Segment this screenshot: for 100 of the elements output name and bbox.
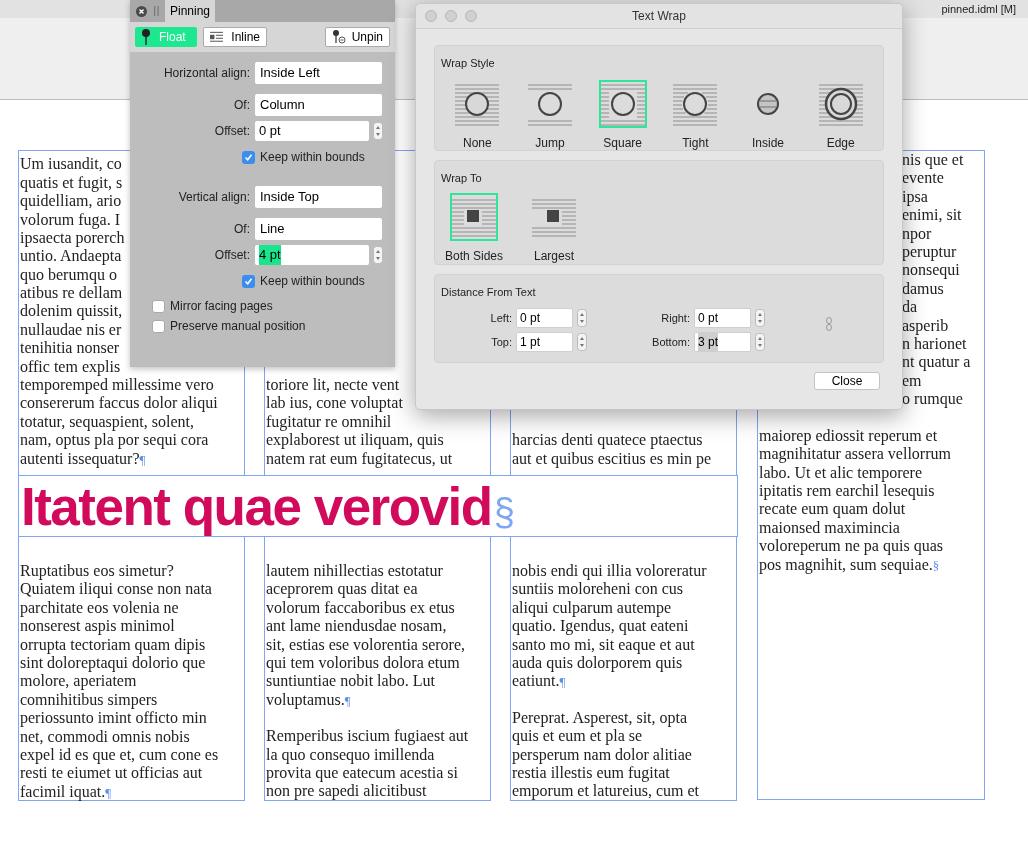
checkbox[interactable] <box>152 299 165 313</box>
text-line: quatio. Igendus, quat eateni <box>512 617 689 636</box>
text-line: ipitatis rem earchil lesequis <box>759 482 935 501</box>
text-line: explaborest ut iliquam, quis <box>266 431 444 450</box>
text-line: recate eum quam dolut <box>759 500 906 519</box>
field-label: Offset: <box>213 247 251 264</box>
text-line: toriore lit, necte vent <box>266 376 400 395</box>
text-line: nt quatur a <box>902 353 971 372</box>
group-heading: Distance From Text <box>441 286 536 298</box>
distance-field[interactable]: 0 pt <box>694 308 751 328</box>
text-line: eatiunt.¶ <box>512 672 566 691</box>
wrap-side-icon <box>452 197 496 237</box>
text-line: la quo consequo imillenda <box>266 745 435 764</box>
text-line: resti te eiumet ut officias aut <box>20 764 203 783</box>
text-line: aliqui culparum autempe <box>512 598 672 618</box>
text-line: aceprorem quas ditat ea <box>266 580 418 599</box>
text-line: enimi, sit <box>902 206 962 225</box>
wrap-style-icon <box>528 82 572 126</box>
unpin-button[interactable]: Unpin <box>324 27 390 47</box>
option-label: Tight <box>682 135 709 152</box>
text-line: facimil iquat.¶ <box>20 782 112 802</box>
text-line: damus <box>902 279 944 299</box>
mode-button[interactable]: Inline <box>203 27 267 47</box>
checkbox-label: Keep within bounds <box>260 149 365 166</box>
checkbox-label: Keep within bounds <box>260 273 365 290</box>
text-line: nonserest aspis minimol <box>20 617 175 636</box>
field-label: Bottom: <box>651 334 691 350</box>
close-button[interactable]: Close <box>814 372 880 390</box>
link-icon[interactable] <box>826 317 832 331</box>
dropdown-field[interactable]: Column <box>255 94 382 116</box>
option-label: Edge <box>826 135 855 152</box>
wrap-style-option[interactable]: Jump <box>513 80 587 152</box>
text-line: totatur, sequaspient, solent, <box>20 412 194 432</box>
text-line: sint doloreptaqui dolorio que <box>20 653 206 673</box>
stepper-icon[interactable] <box>755 333 765 351</box>
document-title: pinned.idml [M] <box>941 1 1016 17</box>
wrap-to-option[interactable]: Both Sides <box>437 193 511 265</box>
checkbox[interactable] <box>242 150 255 164</box>
wrap-style-option[interactable]: Square <box>586 80 659 152</box>
text-line: atibus re dellam <box>20 284 123 303</box>
close-icon[interactable] <box>136 5 147 17</box>
text-line: nam, optus pla por sequi cora <box>20 431 209 450</box>
text-line: comnihitibus simpers <box>20 690 158 710</box>
distance-field[interactable]: 3 pt <box>694 332 751 352</box>
text-line: evente <box>902 169 944 188</box>
wrap-side-icon <box>532 197 576 237</box>
text-line: auda quis dolorporem quis <box>512 653 683 673</box>
text-line: em <box>902 371 922 391</box>
wrap-style-option[interactable]: Edge <box>804 80 878 152</box>
text-line: volorum faccaboribus ex etus <box>266 598 455 618</box>
wrap-style-icon <box>600 82 645 126</box>
field-label: Of: <box>233 221 251 238</box>
group-heading: Wrap To <box>441 172 482 184</box>
text-line: n harionet <box>902 334 967 354</box>
text-line: suntiis moloreheni con cus <box>512 580 684 599</box>
text-line: nobis endi qui illia voloreratur <box>512 562 707 581</box>
inline-text-icon <box>210 30 224 44</box>
text-line: consererum faccus dolor aliqui <box>20 394 218 413</box>
wrap-style-option[interactable]: None <box>441 80 514 152</box>
text-line: quatis et fugit, s <box>20 173 123 193</box>
stepper-icon[interactable] <box>373 246 383 264</box>
text-line: nis que et <box>902 151 964 170</box>
checkbox[interactable] <box>152 319 165 333</box>
text-line: fugitatur re omnihil <box>266 412 392 432</box>
text-line: santo mo mi, sit eaque et aut <box>512 635 695 654</box>
distance-field[interactable]: 1 pt <box>516 332 573 352</box>
stepper-icon[interactable] <box>373 122 383 140</box>
dropdown-field[interactable]: Inside Left <box>255 62 382 84</box>
distance-field[interactable]: 0 pt <box>516 308 573 328</box>
stepper-icon[interactable] <box>755 309 765 327</box>
text-line: provita que eatecum acestia si <box>266 763 458 783</box>
field-label: Of: <box>233 97 251 114</box>
text-line: voloreperum ne pa quis quas <box>759 537 943 556</box>
dropdown-field[interactable]: Inside Top <box>255 186 382 208</box>
checkbox[interactable] <box>242 274 255 288</box>
text-line: ipsa <box>902 187 928 207</box>
field-label: Horizontal align: <box>162 65 251 82</box>
text-line: expel id es que et, cum cone es <box>20 745 219 765</box>
wrap-style-option[interactable]: Inside <box>731 80 805 152</box>
text-line: nonsequi <box>902 261 960 280</box>
option-label: Jump <box>535 135 565 152</box>
text-line: harcias denti quatece ptaectus <box>512 431 703 450</box>
offset-field[interactable]: 4 pt <box>255 245 369 265</box>
wrap-style-option[interactable]: Tight <box>659 80 732 152</box>
text-line: orrupta tectoriam quam dipis <box>20 635 206 654</box>
option-label: None <box>463 135 492 152</box>
option-label: Both Sides <box>444 248 503 265</box>
stepper-icon[interactable] <box>577 333 587 351</box>
dropdown-field[interactable]: Line <box>255 218 382 240</box>
stepper-icon[interactable] <box>577 309 587 327</box>
wrap-to-option[interactable]: Largest <box>517 193 591 265</box>
panel-tab[interactable]: Pinning <box>165 0 216 22</box>
grip-icon[interactable] <box>154 6 159 16</box>
text-line: untio. Andaepta <box>20 247 122 266</box>
text-line: net, commodi omnis nobis <box>20 727 190 746</box>
text-line: ant lame niendusdae nosam, <box>266 617 447 636</box>
offset-field[interactable]: 0 pt <box>255 121 369 141</box>
text-line: sit, estias ese volorentia serore, <box>266 635 466 654</box>
text-line: quidelliam, ario <box>20 192 122 211</box>
text-line: persperum nam dolor alitiae <box>512 745 692 764</box>
